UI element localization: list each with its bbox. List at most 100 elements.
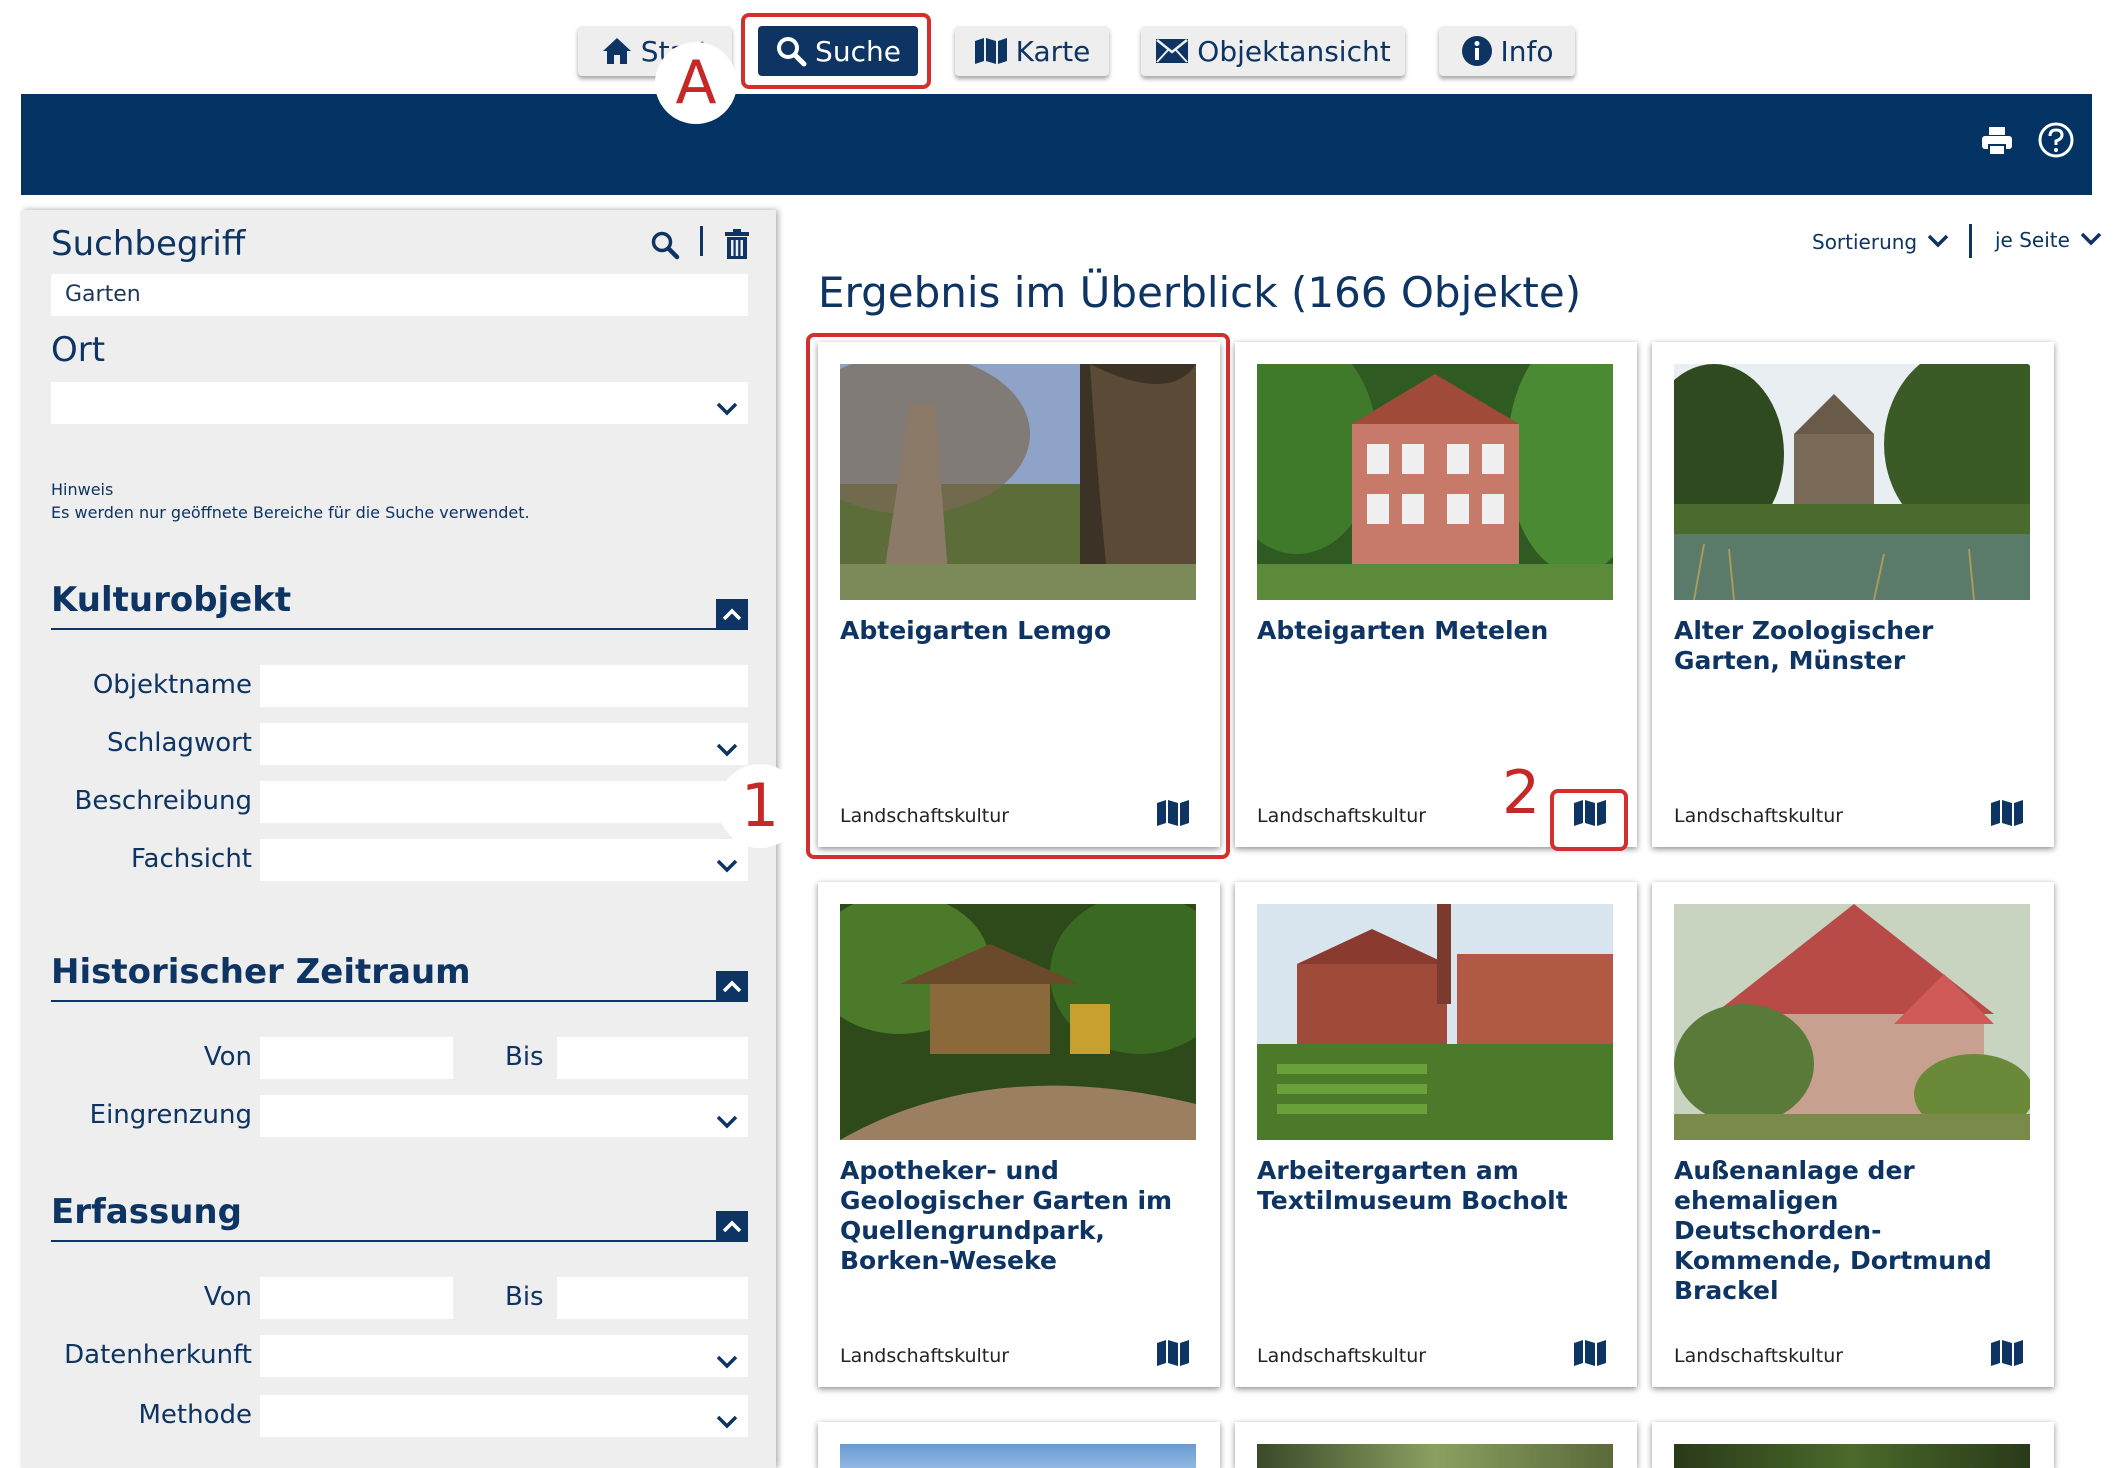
tab-objektansicht-label: Objektansicht: [1197, 34, 1391, 68]
map-icon[interactable]: [1573, 1339, 1607, 1371]
card-title[interactable]: Arbeitergarten am Textilmuseum Bocholt: [1257, 1156, 1617, 1216]
map-icon[interactable]: [1990, 799, 2024, 831]
objektname-input[interactable]: [260, 665, 748, 707]
map-icon: [974, 37, 1008, 65]
erfassung-bis-label: Bis: [505, 1282, 544, 1312]
suche-highlight-box: [741, 13, 931, 89]
result-card[interactable]: [818, 1422, 1220, 1468]
je-seite-dropdown[interactable]: je Seite: [1995, 228, 2102, 252]
zeitraum-bis-label: Bis: [505, 1042, 544, 1072]
tab-karte-label: Karte: [1015, 34, 1091, 68]
datenherkunft-select[interactable]: [260, 1335, 748, 1377]
fachsicht-select[interactable]: [260, 839, 748, 881]
sortierung-label: Sortierung: [1812, 230, 1918, 254]
ort-select[interactable]: [51, 382, 748, 424]
result-card[interactable]: Arbeitergarten am Textilmuseum Bocholt L…: [1235, 882, 1637, 1387]
result-card[interactable]: [1235, 1422, 1637, 1468]
hinweis-title: Hinweis: [51, 480, 114, 499]
kulturobjekt-title: Kulturobjekt: [51, 580, 292, 620]
beschreibung-label: Beschreibung: [74, 786, 252, 816]
section-divider: [51, 628, 748, 630]
section-divider: [51, 1240, 748, 1242]
result-card[interactable]: Abteigarten Metelen Landschaftskultur: [1235, 342, 1637, 847]
collapse-erfassung-button[interactable]: [716, 1211, 748, 1241]
card-highlight-box: [806, 333, 1230, 859]
card-title[interactable]: Außenanlage der ehemaligen Deutschorden-…: [1674, 1156, 2034, 1306]
card-category: Landschaftskultur: [840, 1345, 1010, 1367]
erfassung-von-input[interactable]: [260, 1277, 453, 1319]
zeitraum-von-label: Von: [203, 1042, 252, 1072]
chevron-down-icon: [716, 849, 738, 891]
help-icon[interactable]: [2037, 121, 2075, 163]
card-category: Landschaftskultur: [1257, 1345, 1427, 1367]
ort-label: Ort: [51, 330, 106, 370]
result-card[interactable]: Alter Zoologischer Garten, Münster Lands…: [1652, 342, 2054, 847]
schlagwort-select[interactable]: [260, 723, 748, 765]
card-title[interactable]: Alter Zoologischer Garten, Münster: [1674, 616, 2034, 676]
envelope-icon: [1155, 38, 1189, 64]
search-icon[interactable]: [650, 230, 680, 264]
methode-select[interactable]: [260, 1395, 748, 1437]
chevron-down-icon: [2080, 228, 2102, 252]
card-image: [1674, 904, 2030, 1140]
hinweis-text: Es werden nur geöffnete Bereiche für die…: [51, 503, 530, 522]
card-image: [1257, 1444, 1613, 1468]
card-category: Landschaftskultur: [1674, 805, 1844, 827]
map-button-highlight-box: [1550, 789, 1628, 851]
eingrenzung-select[interactable]: [260, 1095, 748, 1137]
trash-icon[interactable]: [724, 228, 750, 264]
result-card[interactable]: [1652, 1422, 2054, 1468]
chevron-down-icon: [716, 1345, 738, 1387]
annotation-1: 1: [718, 764, 802, 848]
suchbegriff-input[interactable]: Garten: [51, 274, 748, 316]
top-navigation: Start Suche Karte Objektansicht Info: [0, 0, 2113, 94]
chevron-down-icon: [716, 1405, 738, 1447]
card-image: [1674, 1444, 2030, 1468]
datenherkunft-label: Datenherkunft: [64, 1340, 252, 1370]
map-icon[interactable]: [1156, 1339, 1190, 1371]
sortierung-dropdown[interactable]: Sortierung: [1812, 230, 1949, 254]
card-image: [1674, 364, 2030, 600]
print-icon[interactable]: [1981, 126, 2013, 160]
erfassung-von-label: Von: [203, 1282, 252, 1312]
erfassung-bis-input[interactable]: [557, 1277, 748, 1319]
beschreibung-input[interactable]: [260, 781, 748, 823]
section-divider: [51, 1000, 748, 1002]
home-icon: [601, 36, 633, 66]
chevron-down-icon: [1927, 230, 1949, 254]
result-card[interactable]: Apotheker- und Geologischer Garten im Qu…: [818, 882, 1220, 1387]
schlagwort-label: Schlagwort: [107, 728, 252, 758]
zeitraum-von-input[interactable]: [260, 1037, 453, 1079]
zeitraum-bis-input[interactable]: [557, 1037, 748, 1079]
info-icon: [1461, 35, 1493, 67]
zeitraum-title: Historischer Zeitraum: [51, 952, 471, 992]
tab-objektansicht[interactable]: Objektansicht: [1141, 26, 1405, 76]
je-seite-label: je Seite: [1995, 228, 2070, 252]
objektname-label: Objektname: [92, 670, 252, 700]
tab-karte[interactable]: Karte: [955, 26, 1109, 76]
search-sidebar: Suchbegriff Garten Ort Hinweis Es werden…: [22, 210, 776, 1468]
collapse-kulturobjekt-button[interactable]: [716, 599, 748, 629]
sort-divider: [1969, 224, 1972, 258]
result-card[interactable]: Außenanlage der ehemaligen Deutschorden-…: [1652, 882, 2054, 1387]
result-title: Ergebnis im Überblick (166 Objekte): [818, 268, 1582, 317]
card-category: Landschaftskultur: [1257, 805, 1427, 827]
map-icon[interactable]: [1990, 1339, 2024, 1371]
card-title[interactable]: Abteigarten Metelen: [1257, 616, 1617, 646]
card-image: [840, 1444, 1196, 1468]
methode-label: Methode: [138, 1400, 252, 1430]
annotation-2: 2: [1502, 758, 1541, 828]
card-image: [840, 904, 1196, 1140]
fachsicht-label: Fachsicht: [130, 844, 252, 874]
eingrenzung-label: Eingrenzung: [89, 1100, 252, 1130]
tab-info-label: Info: [1500, 34, 1554, 68]
chevron-down-icon: [716, 1105, 738, 1147]
annotation-a: A: [655, 42, 737, 124]
tab-info[interactable]: Info: [1439, 26, 1575, 76]
card-title[interactable]: Apotheker- und Geologischer Garten im Qu…: [840, 1156, 1200, 1276]
header-band: [21, 94, 2092, 195]
collapse-zeitraum-button[interactable]: [716, 971, 748, 1001]
chevron-down-icon: [716, 392, 738, 434]
card-category: Landschaftskultur: [1674, 1345, 1844, 1367]
chevron-down-icon: [716, 733, 738, 775]
